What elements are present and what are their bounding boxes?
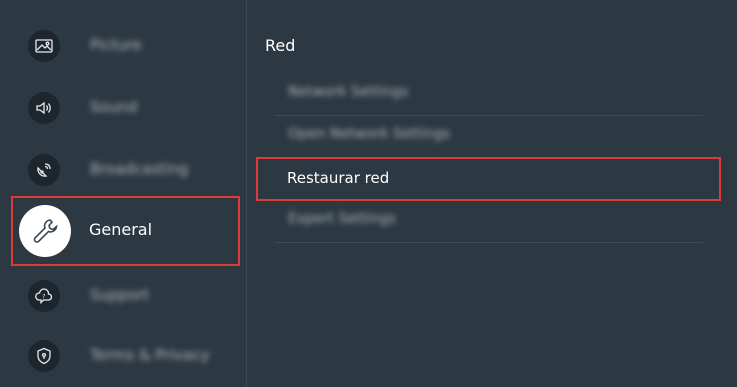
sidebar-item-label: Broadcasting — [90, 160, 189, 178]
sidebar-item-picture[interactable]: Picture — [10, 16, 242, 76]
sidebar-item-label: Picture — [90, 36, 142, 54]
sidebar-item-label: Sound — [90, 98, 138, 116]
tv-settings-screen: Picture Sound Broadcasting General ? Sup… — [0, 0, 737, 387]
sidebar-item-label: Terms & Privacy — [90, 346, 210, 364]
support-cloud-icon: ? — [28, 280, 60, 312]
list-item-open-network-settings[interactable]: Open Network Settings — [256, 114, 721, 158]
list-item-label: Open Network Settings — [288, 126, 451, 142]
list-item-network-settings[interactable]: Network Settings — [256, 72, 721, 116]
sidebar-item-label: General — [89, 220, 153, 239]
panel-divider — [246, 0, 247, 387]
page-title: Red — [265, 36, 296, 55]
sidebar-item-broadcasting[interactable]: Broadcasting — [10, 140, 242, 200]
shield-icon — [28, 340, 60, 372]
list-item-label: Network Settings — [288, 84, 409, 100]
list-item-restaurar-red[interactable]: Restaurar red — [256, 157, 721, 201]
list-item-label: Expert Settings — [288, 211, 396, 227]
sidebar-item-support[interactable]: ? Support — [10, 266, 242, 326]
list-item-expert-settings[interactable]: Expert Settings — [256, 199, 721, 243]
picture-icon — [28, 30, 60, 62]
divider — [274, 242, 703, 243]
sidebar-item-terms-privacy[interactable]: Terms & Privacy — [10, 326, 242, 386]
sidebar-item-sound[interactable]: Sound — [10, 78, 242, 138]
wrench-icon — [19, 205, 71, 257]
list-item-label: Restaurar red — [287, 169, 390, 187]
satellite-dish-icon — [28, 154, 60, 186]
sidebar-item-label: Support — [90, 286, 150, 304]
speaker-icon — [28, 92, 60, 124]
svg-text:?: ? — [42, 294, 45, 301]
sidebar-item-general[interactable]: General — [11, 196, 240, 266]
